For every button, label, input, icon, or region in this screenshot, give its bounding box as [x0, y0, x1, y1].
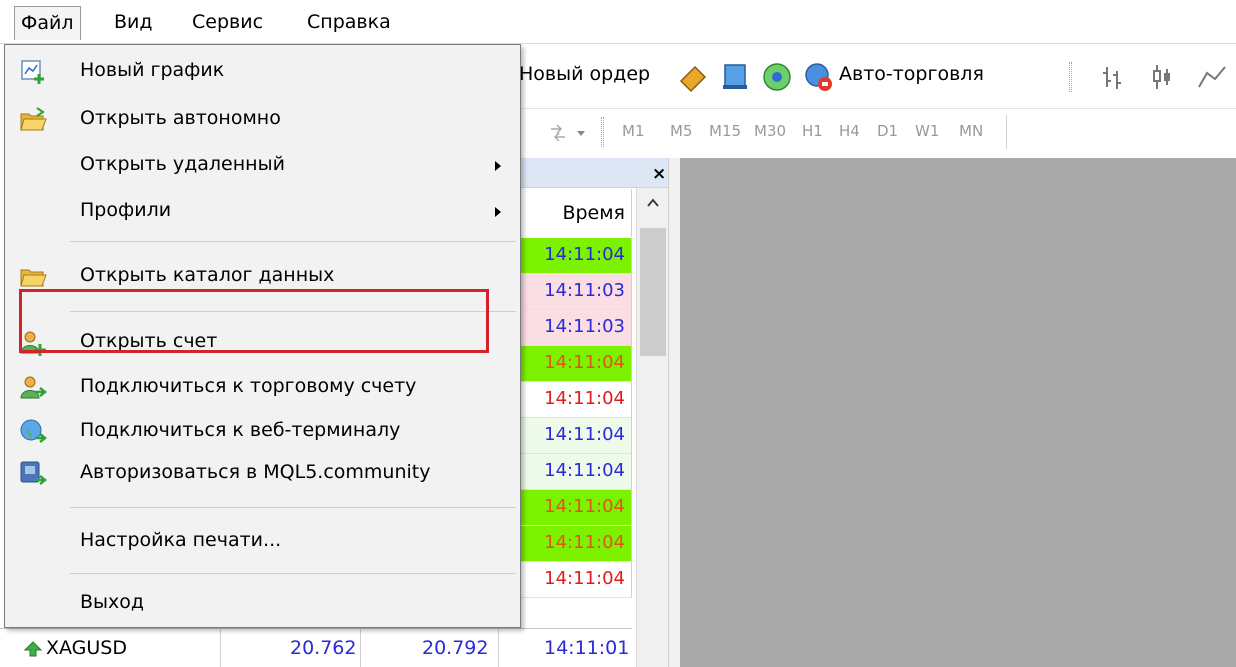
menu-item-label: Открыть каталог данных [80, 264, 335, 286]
menu-item-label: Открыть автономно [80, 107, 281, 129]
line-chart-icon[interactable] [1195, 61, 1227, 93]
close-icon[interactable]: × [652, 164, 666, 184]
menu-item-profiles[interactable]: Профили [5, 189, 520, 235]
timeframe-h1[interactable]: H1 [802, 122, 823, 140]
menu-file[interactable]: Файл [14, 6, 81, 40]
arrow-up-icon [24, 641, 42, 657]
menu-separator [70, 507, 516, 508]
menu-service[interactable]: Сервис [186, 6, 269, 40]
menu-item-open-offline[interactable]: Открыть автономно [5, 97, 520, 143]
menu-item-new-chart[interactable]: Новый график [5, 49, 520, 95]
menu-item-label: Подключиться к торговому счету [80, 375, 417, 397]
menu-separator [70, 573, 516, 574]
chart-shift-icon[interactable] [549, 123, 589, 143]
ask-cell: 20.792 [422, 637, 489, 659]
web-globe-icon [20, 419, 47, 443]
toolbar-separator [1069, 62, 1072, 92]
menu-item-mql5-login[interactable]: Авторизоваться в MQL5.community [5, 451, 520, 497]
menu-help[interactable]: Справка [301, 6, 397, 40]
file-menu-dropdown: Новый график Открыть автономно Открыть у… [4, 44, 521, 628]
new-order-button[interactable]: Новый ордер [519, 63, 650, 85]
timeframe-mn[interactable]: MN [959, 122, 983, 140]
submenu-arrow-icon [495, 161, 501, 171]
timeframe-toolbar: M1 M5 M15 M30 H1 H4 D1 W1 MN [519, 108, 1236, 156]
user-connect-icon [20, 376, 47, 399]
menu-item-label: Подключиться к веб-терминалу [80, 419, 401, 441]
auto-trading-button[interactable]: Авто-торговля [839, 63, 984, 85]
new-chart-icon [21, 60, 44, 84]
market-watch-titlebar [498, 158, 668, 188]
menu-bar: Файл Вид Сервис Справка [0, 0, 1236, 44]
vertical-scrollbar[interactable] [636, 188, 668, 667]
menu-item-label: Авторизоваться в MQL5.community [80, 461, 431, 483]
vps-icon[interactable] [761, 61, 793, 93]
menu-item-label: Выход [80, 591, 145, 613]
timeframe-m5[interactable]: M5 [670, 122, 693, 140]
menu-item-open-remote[interactable]: Открыть удаленный [5, 143, 520, 189]
timeframe-w1[interactable]: W1 [915, 122, 939, 140]
panel-splitter[interactable] [668, 158, 680, 667]
menu-item-connect-trade-account[interactable]: Подключиться к торговому счету [5, 365, 520, 411]
toolbar-divider [1006, 115, 1007, 149]
mql5-icon [20, 461, 47, 485]
highlight-box [19, 289, 489, 353]
toolbar-separator [601, 117, 604, 147]
timeframe-m30[interactable]: M30 [754, 122, 786, 140]
submenu-arrow-icon [495, 207, 501, 217]
menu-item-label: Профили [80, 199, 172, 221]
main-toolbar: Новый ордер Авто-торговля [519, 52, 1236, 102]
timeframe-m1[interactable]: M1 [622, 122, 645, 140]
timeframe-m15[interactable]: M15 [709, 122, 741, 140]
menu-item-label: Настройка печати... [80, 529, 282, 551]
timeframe-h4[interactable]: H4 [839, 122, 860, 140]
symbol-cell: XAGUSD [46, 637, 128, 659]
bar-chart-icon[interactable] [1097, 61, 1129, 93]
timeframe-d1[interactable]: D1 [877, 122, 898, 140]
chart-area[interactable] [680, 158, 1236, 667]
menu-item-exit[interactable]: Выход [5, 581, 520, 627]
menu-item-print-setup[interactable]: Настройка печати... [5, 519, 520, 565]
table-row[interactable]: XAGUSD 20.762 20.792 14:11:01 [0, 628, 632, 667]
menu-item-label: Новый график [80, 59, 225, 81]
menu-view[interactable]: Вид [108, 6, 159, 40]
menu-item-label: Открыть удаленный [80, 153, 285, 175]
menu-separator [70, 241, 516, 242]
scroll-up-icon[interactable] [646, 196, 660, 210]
time-cell: 14:11:01 [544, 637, 630, 659]
menu-item-connect-web-terminal[interactable]: Подключиться к веб-терминалу [5, 409, 520, 455]
folder-icon [20, 269, 47, 287]
auto-trading-icon[interactable] [803, 61, 835, 93]
signals-icon[interactable] [677, 61, 709, 93]
candle-chart-icon[interactable] [1147, 61, 1179, 93]
market-icon[interactable] [719, 61, 751, 93]
bid-cell: 20.762 [290, 637, 357, 659]
open-folder-icon [20, 107, 47, 131]
scrollbar-thumb[interactable] [640, 228, 666, 356]
